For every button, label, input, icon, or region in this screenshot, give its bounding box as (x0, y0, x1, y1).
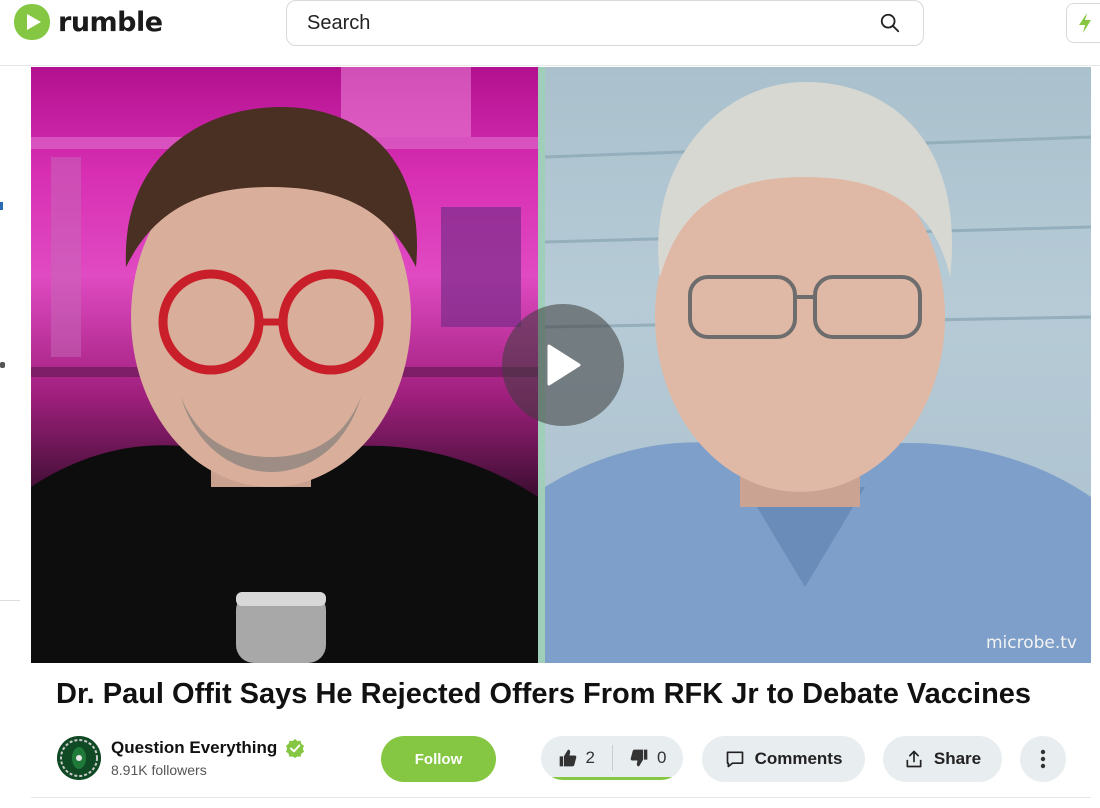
rumble-logo[interactable]: rumble (12, 2, 163, 42)
channel-name[interactable]: Question Everything (111, 738, 277, 758)
video-player[interactable]: microbe.tv (31, 67, 1091, 663)
channel-name-row: Question Everything (111, 738, 305, 758)
verified-icon (286, 739, 305, 758)
sidebar-fragment (0, 362, 5, 368)
dislike-button[interactable]: 0 (613, 736, 684, 780)
follower-count: 8.91K followers (111, 762, 207, 778)
bolt-icon (1079, 13, 1091, 33)
search-input[interactable] (307, 11, 877, 35)
search-button[interactable] (877, 10, 903, 36)
video-watermark: microbe.tv (985, 633, 1077, 653)
comments-button[interactable]: Comments (702, 736, 865, 782)
follow-button[interactable]: Follow (381, 736, 496, 782)
dislike-count: 0 (657, 748, 667, 767)
play-icon (547, 344, 581, 386)
channel-info: Question Everything 8.91K followers (57, 736, 305, 780)
rumble-logo-icon (14, 4, 50, 40)
vote-group: 2 0 (541, 736, 683, 780)
play-button[interactable] (502, 304, 624, 426)
avatar-image (57, 736, 101, 780)
video-title: Dr. Paul Offit Says He Rejected Offers F… (56, 678, 1032, 710)
comment-icon (726, 751, 743, 768)
search-bar (286, 0, 924, 46)
more-options-button[interactable] (1020, 736, 1066, 782)
like-button[interactable]: 2 (541, 736, 612, 780)
section-divider (31, 797, 1091, 798)
channel-text: Question Everything 8.91K followers (111, 738, 305, 778)
host-figure (31, 67, 538, 663)
share-icon (906, 750, 922, 768)
sidebar-fragment (0, 202, 3, 210)
logo-text: rumble (58, 6, 163, 38)
video-pane-left (31, 67, 538, 663)
thumbs-up-icon (559, 749, 576, 767)
site-header: rumble (0, 0, 1100, 66)
upgrade-button[interactable] (1066, 3, 1100, 43)
share-label: Share (933, 749, 982, 768)
sidebar-edge (0, 67, 30, 808)
thumbs-down-icon (630, 749, 648, 767)
channel-avatar[interactable] (57, 736, 101, 780)
video-pane-right: microbe.tv (545, 67, 1091, 663)
share-button[interactable]: Share (883, 736, 1002, 782)
vote-ratio-bar (541, 777, 683, 780)
sidebar-divider (0, 600, 20, 601)
like-count: 2 (585, 748, 595, 767)
comments-label: Comments (754, 749, 843, 768)
more-vertical-icon (1040, 749, 1046, 769)
guest-figure (545, 82, 1091, 663)
search-icon (880, 13, 900, 33)
